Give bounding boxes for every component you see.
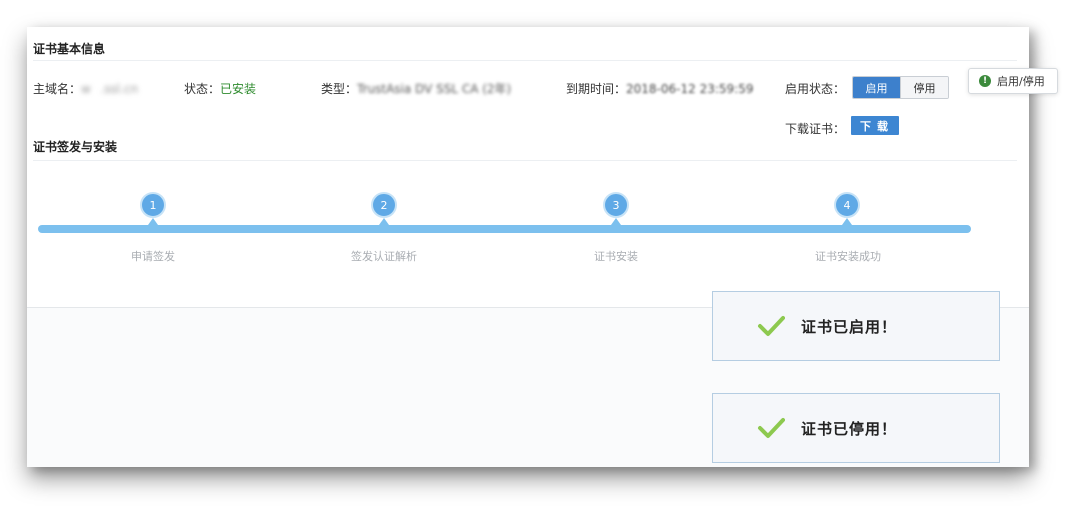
type-field: 类型：TrustAsia DV SSL CA (2年) [321,80,511,97]
info-icon: ! [979,75,991,87]
step-4-circle: 4 [834,192,860,218]
step-2-circle: 2 [371,192,397,218]
type-value: TrustAsia DV SSL CA (2年) [357,82,512,96]
step-1-pointer [148,218,158,225]
step-4-pointer [842,218,852,225]
step-2-pointer [379,218,389,225]
toast-enabled: 证书已启用！ [712,291,1000,361]
progress-track [38,225,971,233]
host-value: w .ssl.cn [81,82,139,96]
status-field: 状态：已安装 [184,80,256,97]
issuance-divider [33,160,1017,161]
status-value: 已安装 [220,82,257,96]
download-cert-label: 下载证书： [785,122,846,136]
enable-tooltip: ! 启用/停用 [968,68,1058,94]
step-3-pointer [611,218,621,225]
toast-enabled-message: 证书已启用！ [801,317,898,336]
download-button[interactable]: 下载 [851,116,899,135]
toast-disabled-message: 证书已停用！ [801,419,898,438]
host-label: 主域名： [33,82,82,96]
host-field: 主域名：w .ssl.cn [33,80,138,97]
enable-state-label: 启用状态： [785,82,846,96]
step-1-circle: 1 [140,192,166,218]
step-3-circle: 3 [603,192,629,218]
expiry-value: 2018-06-12 23:59:59 [626,82,754,96]
step-4-label: 证书安装成功 [815,250,881,263]
status-label: 状态： [184,82,221,96]
expiry-label: 到期时间： [566,82,627,96]
step-2-label: 签发认证解析 [351,250,417,263]
enable-on-button[interactable]: 启用 [853,77,900,98]
basic-info-divider [33,60,1017,61]
basic-info-title: 证书基本信息 [33,42,106,56]
step-3-label: 证书安装 [594,250,638,263]
check-icon [758,316,785,336]
expiry-field: 到期时间：2018-06-12 23:59:59 [566,80,753,97]
enable-toggle[interactable]: 启用 停用 [852,76,949,99]
step-1-label: 申请签发 [131,250,175,263]
tooltip-text: 启用/停用 [997,75,1045,88]
type-label: 类型： [321,82,358,96]
toast-disabled: 证书已停用！ [712,393,1000,463]
check-icon [758,418,785,438]
issuance-title: 证书签发与安装 [33,140,118,154]
enable-off-button[interactable]: 停用 [900,77,948,98]
